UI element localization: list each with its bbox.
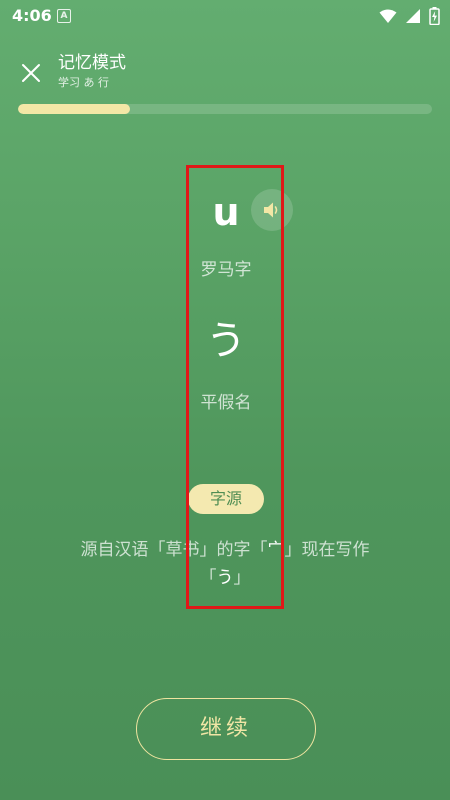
origin-current-glyph: う <box>216 568 234 588</box>
origin-badge: 字源 <box>188 484 264 514</box>
continue-button[interactable]: 继续 <box>136 698 316 760</box>
origin-bracket-close: 」 <box>233 568 251 588</box>
hiragana-label: 平假名 <box>200 393 252 413</box>
progress-fill <box>18 104 130 114</box>
play-sound-button[interactable] <box>251 189 293 231</box>
speaker-icon <box>264 202 278 218</box>
status-time: 4:06 <box>12 6 52 25</box>
app-notification-icon: A <box>57 9 71 23</box>
romaji-label: 罗马字 <box>200 260 252 280</box>
battery-icon <box>429 7 440 25</box>
close-icon <box>22 64 40 82</box>
cell-signal-icon <box>405 8 421 24</box>
close-button[interactable] <box>16 58 46 88</box>
status-bar: 4:06 A <box>0 0 450 34</box>
origin-bracket-open: 「 <box>199 568 217 588</box>
page-subtitle: 学习 あ 行 <box>58 76 109 89</box>
progress-bar <box>18 104 432 114</box>
memory-mode-screen: 4:06 A 记忆模式 学习 あ 行 u 罗马字 う 平假名 字源 源自汉语「草… <box>0 0 450 800</box>
origin-text-before: 源自汉语「草书」的字「 <box>80 540 268 560</box>
origin-source-glyph: 宀 <box>267 540 285 560</box>
origin-description-line-2: 「う」 <box>0 563 450 588</box>
origin-description-line-1: 源自汉语「草书」的字「宀」现在写作 <box>0 535 450 560</box>
status-icons <box>379 6 440 26</box>
page-title: 记忆模式 <box>58 53 126 73</box>
hiragana-text: う <box>206 318 246 364</box>
origin-text-after: 」现在写作 <box>284 540 370 560</box>
wifi-icon <box>379 8 397 24</box>
